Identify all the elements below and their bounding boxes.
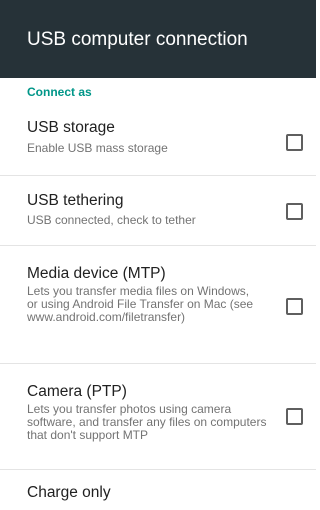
checkbox-camera-ptp[interactable] [286,408,303,425]
page-title: USB computer connection [27,29,248,50]
option-subtitle: Lets you transfer media files on Windows… [27,284,254,324]
option-title: Media device (MTP) [27,265,166,282]
option-subtitle: Lets you transfer photos using camera so… [27,402,267,442]
option-charge-only[interactable]: Charge only [0,470,316,510]
option-subtitle: USB connected, check to tether [27,213,196,227]
checkbox-media-device-mtp[interactable] [286,298,303,315]
option-camera-ptp[interactable]: Camera (PTP) Lets you transfer photos us… [0,364,316,470]
option-title: USB storage [27,119,115,136]
section-header-connect-as: Connect as [27,85,92,99]
checkbox-usb-storage[interactable] [286,134,303,151]
option-usb-storage[interactable]: USB storage Enable USB mass storage [0,104,316,176]
title-bar: USB computer connection [0,0,316,78]
option-title: Charge only [27,484,111,501]
checkbox-usb-tethering[interactable] [286,203,303,220]
option-title: Camera (PTP) [27,383,127,400]
option-usb-tethering[interactable]: USB tethering USB connected, check to te… [0,176,316,246]
option-subtitle: Enable USB mass storage [27,141,168,155]
option-title: USB tethering [27,192,124,209]
option-media-device-mtp[interactable]: Media device (MTP) Lets you transfer med… [0,246,316,364]
